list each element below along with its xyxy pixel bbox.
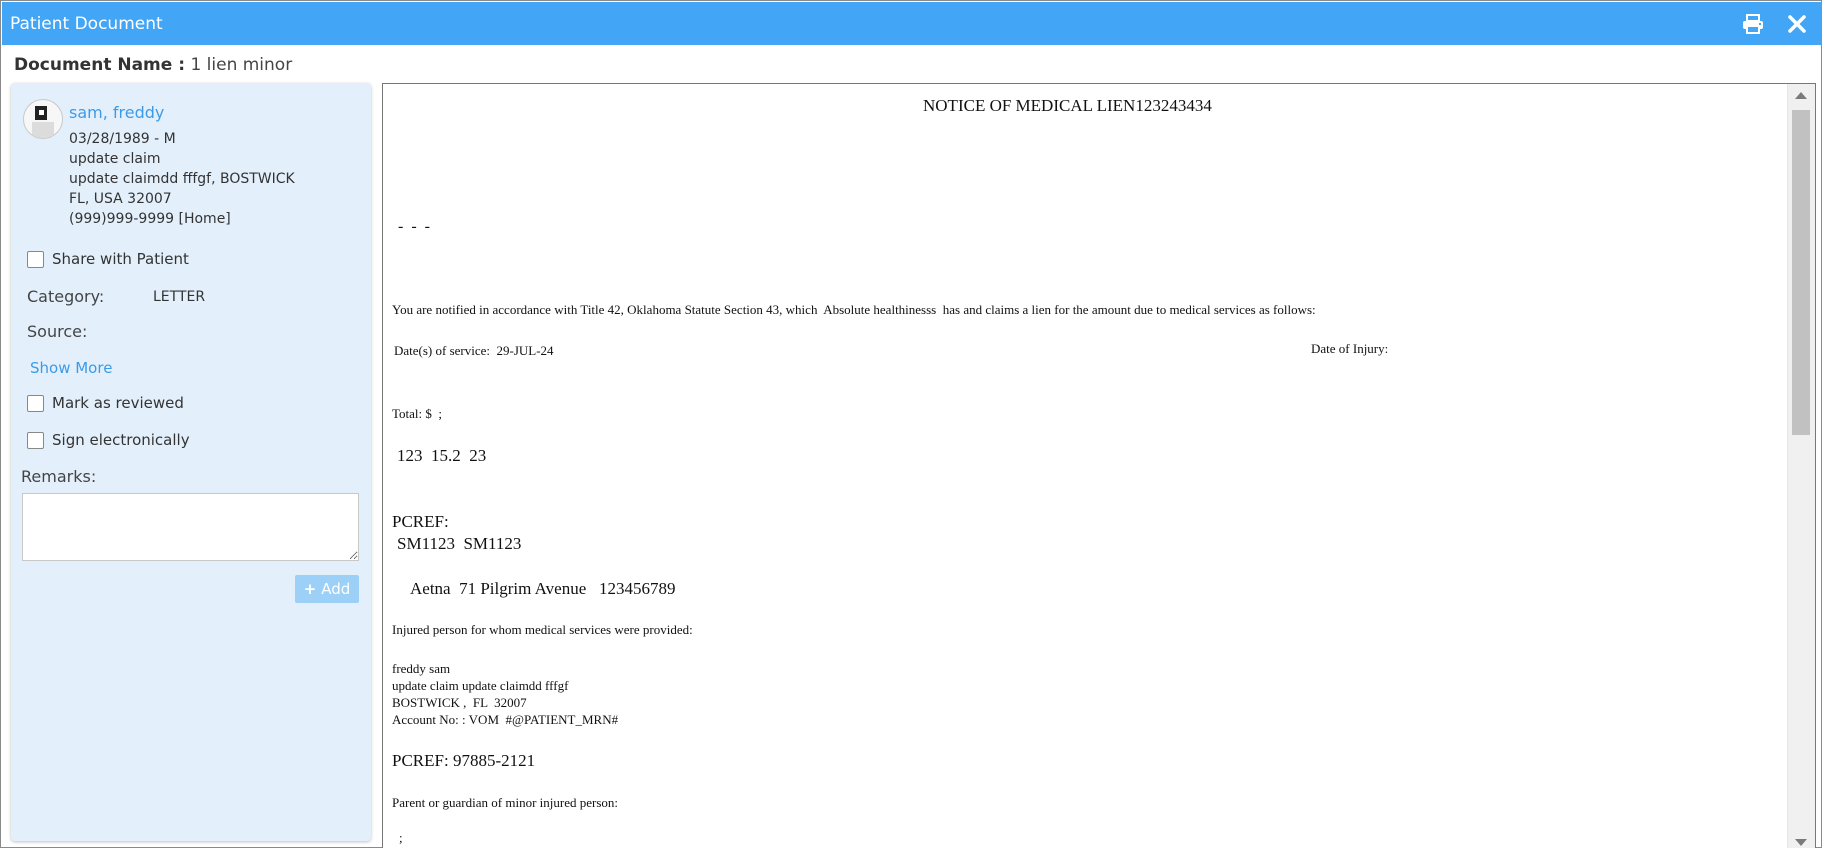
mark-as-reviewed-label: Mark as reviewed xyxy=(52,394,184,412)
pcref-number: PCREF: 97885-2121 xyxy=(392,751,536,770)
injured-person-label: Injured person for whom medical services… xyxy=(392,622,693,637)
pcref-values: SM1123 SM1123 xyxy=(397,534,522,553)
guardian-value: ; xyxy=(399,830,403,845)
document-content: NOTICE OF MEDICAL LIEN123243434 - - - Yo… xyxy=(383,84,1787,848)
patient-address-line3: FL, USA 32007 xyxy=(69,191,172,207)
amounts-line: 123 15.2 23 xyxy=(397,446,487,465)
document-scrollbar[interactable] xyxy=(1787,84,1815,848)
injured-address1: update claim update claimdd fffgf xyxy=(392,678,569,693)
title-bar: Patient Document xyxy=(2,2,1822,45)
dates-of-service: Date(s) of service: 29-JUL-24 xyxy=(394,343,554,358)
sign-electronically-checkbox[interactable]: Sign electronically xyxy=(27,430,190,450)
document-name-label: Document Name : xyxy=(14,55,186,75)
plus-icon: + xyxy=(303,580,317,598)
pcref-label: PCREF: xyxy=(392,512,449,531)
total-amount: Total: $ ; xyxy=(392,406,443,421)
add-button-label: Add xyxy=(321,580,351,598)
source-label: Source: xyxy=(27,322,88,341)
document-name: Document Name : 1 lien minor xyxy=(14,55,292,75)
scroll-up-arrow-icon[interactable] xyxy=(1795,92,1807,99)
window-title: Patient Document xyxy=(10,14,163,34)
document-viewer[interactable]: NOTICE OF MEDICAL LIEN123243434 - - - Yo… xyxy=(382,83,1816,848)
print-icon[interactable] xyxy=(1742,14,1764,34)
notice-text: You are notified in accordance with Titl… xyxy=(392,302,1316,317)
category-value: LETTER xyxy=(153,289,206,305)
document-name-value: 1 lien minor xyxy=(190,55,293,75)
patient-name-link[interactable]: sam, freddy xyxy=(69,103,164,122)
patient-panel: sam, freddy 03/28/1989 - M update claim … xyxy=(11,83,371,841)
document-dashes: - - - xyxy=(398,218,430,235)
patient-phone: (999)999-9999 [Home] xyxy=(69,211,231,227)
injured-name: freddy sam xyxy=(392,661,451,676)
patient-dob-gender: 03/28/1989 - M xyxy=(69,131,176,147)
account-number: Account No: : VOM #@PATIENT_MRN# xyxy=(392,712,619,727)
injured-address2: BOSTWICK , FL 32007 xyxy=(392,695,527,710)
avatar xyxy=(23,99,63,139)
checkbox[interactable] xyxy=(27,431,44,449)
patient-document-window: Patient Document Document Name : 1 lien … xyxy=(0,0,1822,848)
category-label: Category: xyxy=(27,287,105,306)
remarks-label: Remarks: xyxy=(21,467,97,486)
share-with-patient-label: Share with Patient xyxy=(52,250,189,268)
share-with-patient-checkbox[interactable]: Share with Patient xyxy=(27,249,189,269)
sign-electronically-label: Sign electronically xyxy=(52,431,190,449)
scrollbar-thumb[interactable] xyxy=(1792,110,1810,435)
date-of-injury: Date of Injury: xyxy=(1311,341,1389,356)
scroll-down-arrow-icon[interactable] xyxy=(1795,839,1807,846)
document-heading: NOTICE OF MEDICAL LIEN123243434 xyxy=(923,96,1212,115)
insurer-line: Aetna 71 Pilgrim Avenue 123456789 xyxy=(410,579,676,598)
patient-address-line2: update claimdd fffgf, BOSTWICK xyxy=(69,171,295,187)
checkbox[interactable] xyxy=(27,250,44,268)
checkbox[interactable] xyxy=(27,394,44,412)
mark-as-reviewed-checkbox[interactable]: Mark as reviewed xyxy=(27,393,184,413)
close-icon[interactable] xyxy=(1786,14,1808,34)
add-remark-button[interactable]: + Add xyxy=(295,575,359,603)
guardian-label: Parent or guardian of minor injured pers… xyxy=(392,795,618,810)
remarks-textarea[interactable] xyxy=(22,493,359,561)
show-more-link[interactable]: Show More xyxy=(30,359,112,377)
patient-address-line1: update claim xyxy=(69,151,161,167)
